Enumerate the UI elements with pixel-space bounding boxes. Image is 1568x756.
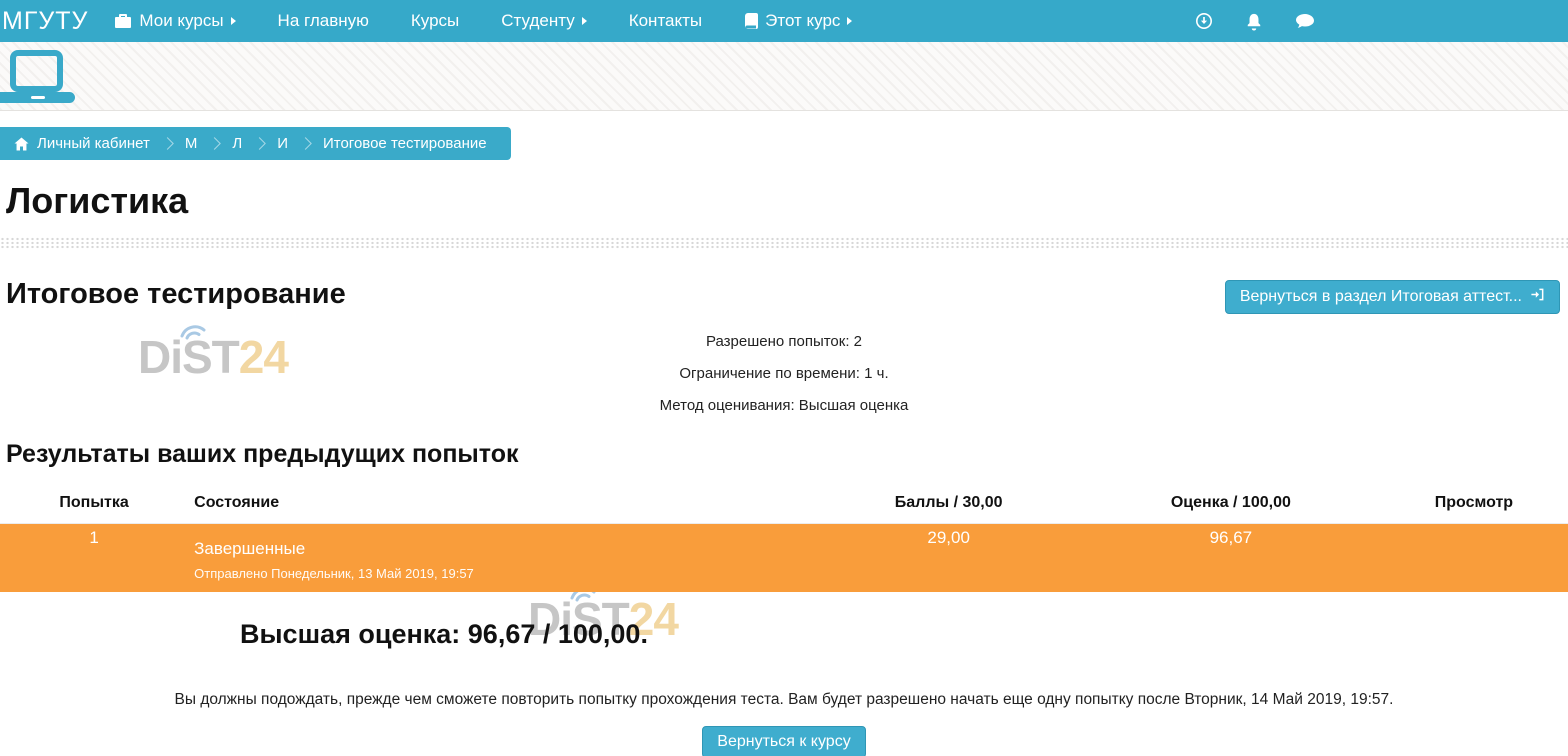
attempt-marks-cell: 29,00 <box>815 524 1082 593</box>
nav-item-label: Контакты <box>629 11 702 31</box>
column-header-grade: Оценка / 100,00 <box>1082 483 1380 524</box>
quiz-section-header: Итоговое тестирование Вернуться в раздел… <box>0 278 1568 318</box>
nav-item-label: Курсы <box>411 11 459 31</box>
chevron-separator-icon <box>299 137 312 150</box>
breadcrumb-item-l[interactable]: Л <box>232 135 242 152</box>
back-to-course-label: Вернуться к курсу <box>717 733 850 751</box>
back-to-section-button[interactable]: Вернуться в раздел Итоговая аттест... <box>1225 280 1560 314</box>
home-icon <box>14 137 29 151</box>
nav-item-home[interactable]: На главную <box>278 11 369 31</box>
column-header-marks: Баллы / 30,00 <box>815 483 1082 524</box>
briefcase-icon <box>114 13 132 29</box>
nav-item-courses[interactable]: Курсы <box>411 11 459 31</box>
dotted-divider <box>0 237 1568 249</box>
breadcrumb-item-current: Итоговое тестирование <box>323 135 487 152</box>
nav-item-student[interactable]: Студенту <box>501 11 586 31</box>
chevron-separator-icon <box>161 137 174 150</box>
grading-method-text: Метод оценивания: Высшая оценка <box>0 397 1568 414</box>
attempt-number-cell: 1 <box>0 524 188 593</box>
laptop-icon <box>10 50 63 92</box>
attempt-state: Завершенные <box>194 535 809 559</box>
download-circle-icon[interactable] <box>1195 12 1213 30</box>
nav-item-my-courses[interactable]: Мои курсы <box>114 11 235 31</box>
breadcrumb-item-dashboard[interactable]: Личный кабинет <box>37 135 150 152</box>
nav-item-label: На главную <box>278 11 369 31</box>
breadcrumb: Личный кабинет М Л И Итоговое тестирован… <box>0 127 511 160</box>
chevron-separator-icon <box>253 137 266 150</box>
wait-message: Вы должны подождать, прежде чем сможете … <box>0 691 1568 709</box>
back-to-section-label: Вернуться в раздел Итоговая аттест... <box>1240 288 1522 306</box>
nav-item-label: Студенту <box>501 11 574 31</box>
column-header-state: Состояние <box>188 483 815 524</box>
bell-icon[interactable] <box>1245 12 1263 31</box>
book-icon <box>744 13 758 29</box>
results-title: Результаты ваших предыдущих попыток <box>6 440 1568 469</box>
breadcrumb-item-i[interactable]: И <box>277 135 288 152</box>
breadcrumb-item-m[interactable]: М <box>185 135 198 152</box>
back-to-course-button[interactable]: Вернуться к курсу <box>702 726 865 756</box>
chat-icon[interactable] <box>1295 13 1315 30</box>
attempts-table: Попытка Состояние Баллы / 30,00 Оценка /… <box>0 483 1568 592</box>
attempts-allowed-text: Разрешено попыток: 2 <box>0 333 1568 350</box>
header-band <box>0 42 1568 111</box>
page-title: Логистика <box>6 180 1568 222</box>
sign-in-icon <box>1530 287 1545 307</box>
attempt-grade-cell: 96,67 <box>1082 524 1380 593</box>
nav-item-label: Этот курс <box>765 11 840 31</box>
logo-mgutu[interactable]: МГУТУ <box>0 7 114 36</box>
chevron-separator-icon <box>208 137 221 150</box>
attempt-state-cell: Завершенные Отправлено Понедельник, 13 М… <box>188 524 815 593</box>
attempt-review-cell <box>1380 524 1568 593</box>
chevron-right-icon <box>582 17 587 25</box>
final-grade-text: Высшая оценка: 96,67 / 100,00. <box>240 619 1568 650</box>
time-limit-text: Ограничение по времени: 1 ч. <box>0 365 1568 382</box>
nav-item-label: Мои курсы <box>139 11 223 31</box>
column-header-attempt: Попытка <box>0 483 188 524</box>
attempt-row: 1 Завершенные Отправлено Понедельник, 13… <box>0 524 1568 593</box>
chevron-right-icon <box>847 17 852 25</box>
quiz-info: Разрешено попыток: 2 Ограничение по врем… <box>0 333 1568 414</box>
attempt-submitted-timestamp: Отправлено Понедельник, 13 Май 2019, 19:… <box>194 566 809 581</box>
table-header-row: Попытка Состояние Баллы / 30,00 Оценка /… <box>0 483 1568 524</box>
laptop-icon-base <box>0 92 75 103</box>
nav-item-contacts[interactable]: Контакты <box>629 11 702 31</box>
nav-item-this-course[interactable]: Этот курс <box>744 11 852 31</box>
chevron-right-icon <box>231 17 236 25</box>
top-navbar: МГУТУ Мои курсы На главную Курсы Студент… <box>0 0 1568 42</box>
column-header-review: Просмотр <box>1380 483 1568 524</box>
navbar-right-icons <box>1195 12 1568 31</box>
